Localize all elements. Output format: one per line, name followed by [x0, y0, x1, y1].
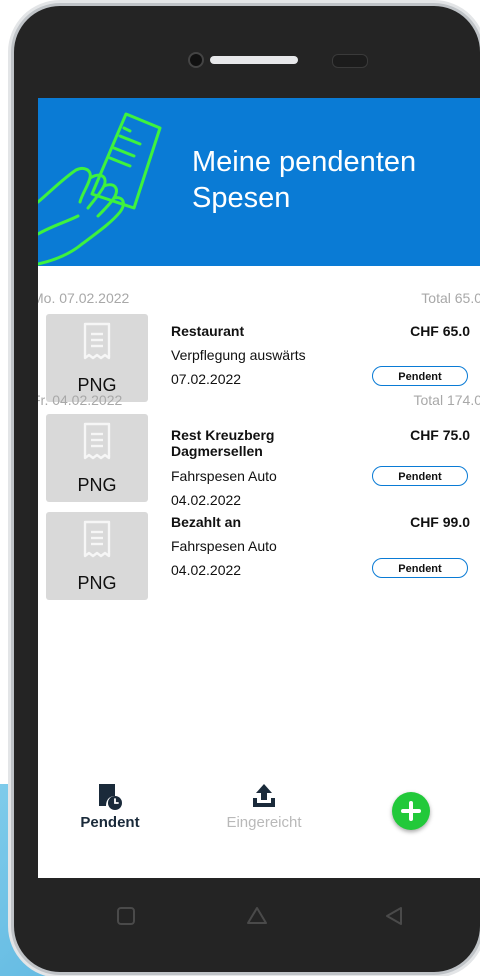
receipt-thumbnail[interactable]: PNG [46, 314, 148, 402]
front-camera [190, 54, 202, 66]
back-triangle-icon[interactable] [384, 906, 404, 926]
group-date: Fr. 04.02.2022 [38, 392, 123, 408]
tab-pending[interactable]: Pendent [50, 782, 170, 831]
expense-amount: CHF 99.0 [410, 514, 470, 530]
hand-receipt-icon [38, 112, 162, 266]
tab-submitted[interactable]: Eingereicht [204, 782, 324, 831]
receipt-thumbnail[interactable]: PNG [46, 512, 148, 600]
app-screen: Meine pendenten Spesen Mo. 07.02.2022 To… [38, 98, 480, 878]
group-total: Total 65.0 [421, 290, 480, 306]
date-group-header: Mo. 07.02.2022 Total 65.0 [38, 290, 480, 312]
expense-category: Fahrspesen Auto [171, 538, 277, 554]
square-icon[interactable] [116, 906, 136, 926]
expense-category: Verpflegung auswärts [171, 347, 306, 363]
tab-submitted-label: Eingereicht [226, 814, 302, 831]
add-expense-button[interactable] [392, 792, 430, 830]
receipt-document-icon [83, 422, 111, 460]
expense-date: 07.02.2022 [171, 371, 242, 387]
receipt-document-icon [83, 322, 111, 360]
date-group-header: Fr. 04.02.2022 Total 174.0 [38, 392, 480, 414]
plus-icon [401, 801, 421, 821]
app-header: Meine pendenten Spesen [38, 98, 480, 266]
system-nav-bar [38, 878, 480, 964]
page-title: Meine pendenten Spesen [192, 144, 472, 216]
page-title-line1: Meine pendenten [192, 146, 417, 178]
expense-date: 04.02.2022 [171, 492, 242, 508]
expense-amount: CHF 75.0 [410, 427, 470, 443]
receipt-clock-icon [99, 784, 122, 810]
group-total: Total 174.0 [413, 392, 480, 408]
receipt-thumbnail[interactable]: PNG [46, 414, 148, 502]
status-badge-button[interactable]: Pendent [372, 366, 468, 386]
expense-title: Rest Kreuzberg Dagmersellen [171, 427, 275, 459]
status-badge-button[interactable]: Pendent [372, 558, 468, 578]
triangle-home-icon[interactable] [246, 906, 268, 926]
tab-pending-label: Pendent [80, 814, 140, 831]
thumbnail-type-label: PNG [77, 573, 117, 593]
expense-amount: CHF 65.0 [410, 323, 470, 339]
receipt-document-icon [83, 520, 111, 558]
bottom-tab-bar: Pendent Eingereicht [38, 782, 480, 878]
expense-title: Bezahlt an [171, 514, 242, 530]
proximity-sensor [332, 54, 368, 68]
status-badge-button[interactable]: Pendent [372, 466, 468, 486]
earpiece-speaker [210, 56, 298, 64]
group-date: Mo. 07.02.2022 [38, 290, 130, 306]
expense-title: Restaurant [171, 323, 245, 339]
upload-tray-icon [253, 784, 275, 807]
expense-date: 04.02.2022 [171, 562, 242, 578]
page-title-line2: Spesen [192, 182, 291, 214]
expense-category: Fahrspesen Auto [171, 468, 277, 484]
thumbnail-type-label: PNG [77, 475, 117, 495]
